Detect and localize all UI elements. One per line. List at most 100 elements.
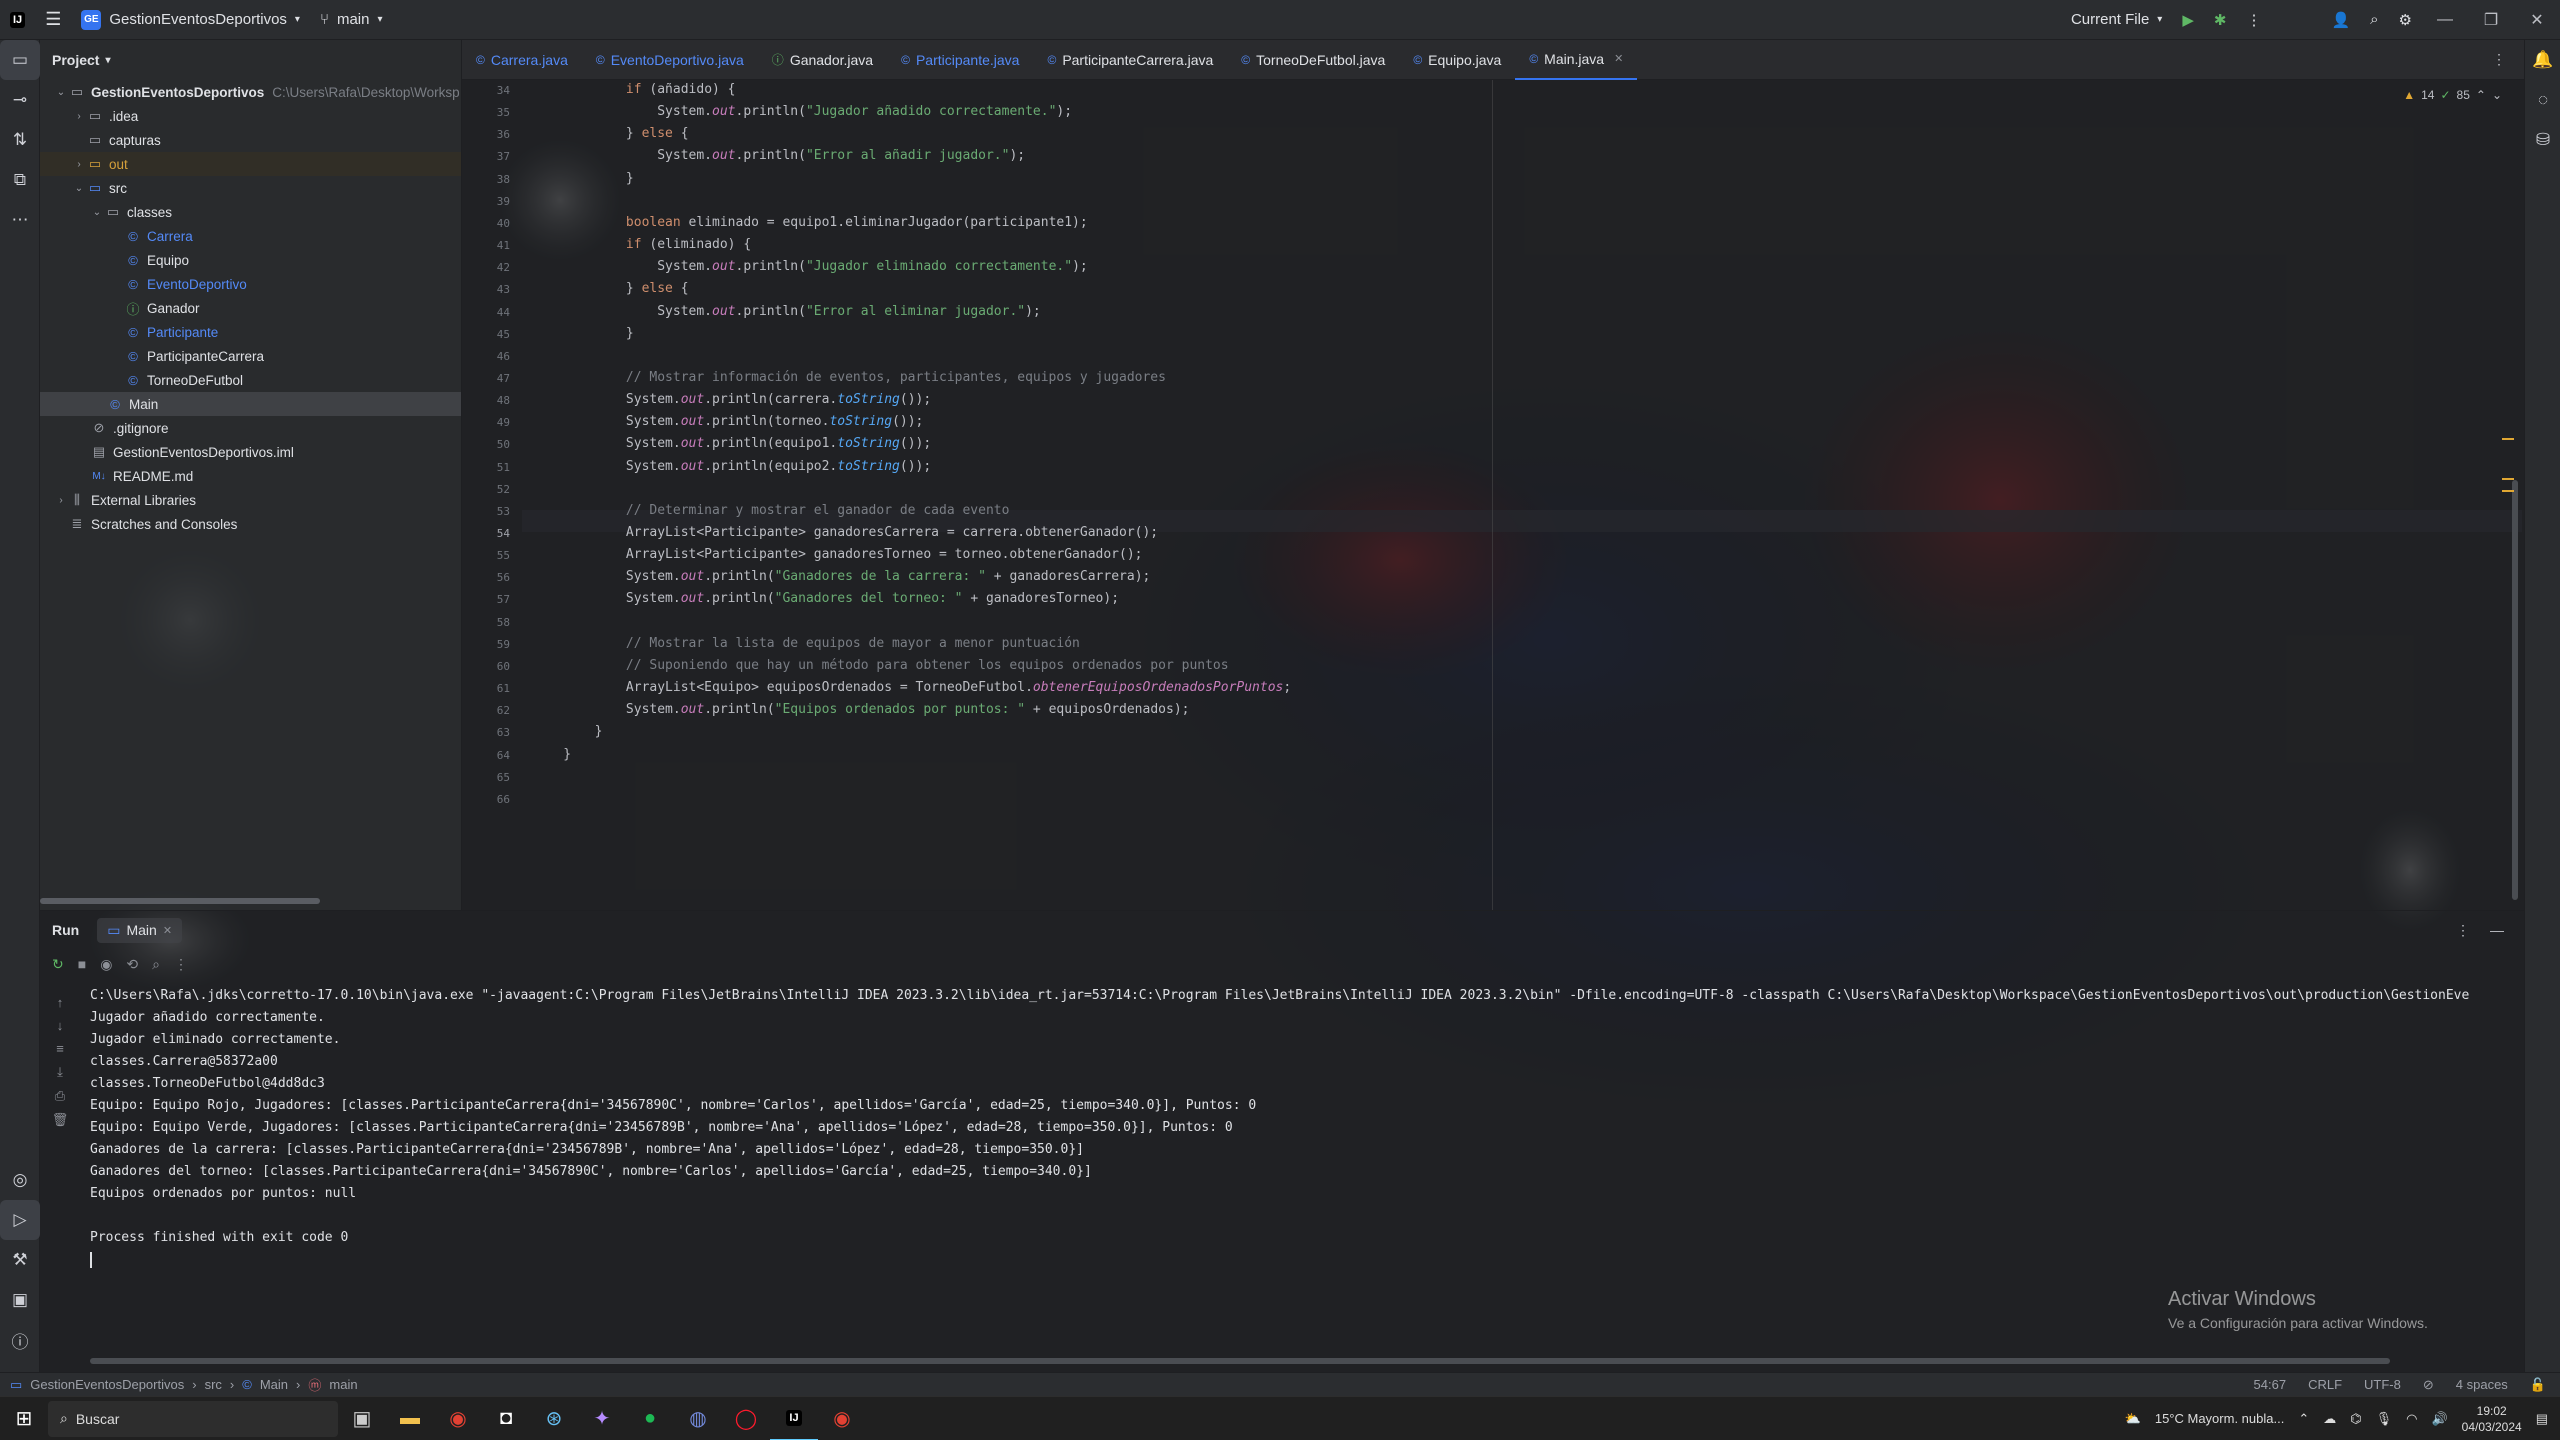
stop-icon[interactable]: ■ [78,956,86,972]
run-tool-button[interactable]: ▷ [0,1200,40,1240]
add-user-button[interactable]: 👤 [2321,0,2360,40]
breadcrumb-method[interactable]: main [329,1377,357,1392]
taskbar-search[interactable]: ⌕ Buscar [48,1400,338,1437]
tree-item-equipo[interactable]: © Equipo [40,248,461,272]
pull-requests-tool-button[interactable]: ⇅ [0,120,40,160]
branch-selector[interactable]: ⑂ main ▾ [310,0,393,40]
vertical-scrollbar[interactable] [2512,480,2518,900]
close-icon[interactable]: ✕ [1614,52,1623,65]
close-window-button[interactable]: ✕ [2514,0,2560,40]
scroll-to-end-icon[interactable]: ⤓ [57,1064,63,1080]
code-editor[interactable]: 34 35 36 37 38 39 40 41 42 43 44 45 46 47 48 49 50 51 52 53… [462,80,2524,910]
chrome-button[interactable]: ◉ [434,1397,482,1440]
tab-main[interactable]: © Main.java ✕ [1515,40,1638,80]
hide-panel-icon[interactable]: — [2490,922,2504,939]
trash-icon[interactable]: 🗑 [52,1112,69,1128]
epic-games-button[interactable]: ◘ [482,1397,530,1440]
tree-item-src[interactable]: ⌄ ▭ src [40,176,461,200]
more-vertical-icon[interactable]: ⋮ [2456,922,2470,939]
chrome-profile-button[interactable]: ◉ [818,1397,866,1440]
search-everywhere-button[interactable]: ⌕ [2360,0,2388,40]
commit-tool-button[interactable]: ⊸ [0,80,40,120]
tree-item-ganador[interactable]: ⓘ Ganador [40,296,461,320]
tree-item-main[interactable]: © Main [40,392,461,416]
tab-equipo[interactable]: © Equipo.java [1399,40,1515,80]
ide-logo-icon[interactable]: IJ [0,0,35,40]
indent-setting[interactable]: 4 spaces [2456,1377,2508,1393]
tree-item-participante[interactable]: © Participante [40,320,461,344]
tree-item-idea[interactable]: › ▭ .idea [40,104,461,128]
readonly-toggle-icon[interactable]: ⊘ [2423,1377,2434,1393]
debug-button[interactable]: ✱ [2204,0,2237,40]
database-button[interactable]: ⛁ [2525,120,2560,160]
weather-icon[interactable]: ⛅ [2125,1411,2141,1427]
spotify-button[interactable]: ● [626,1397,674,1440]
run-button[interactable]: ▶ [2172,0,2204,40]
tree-item-participantecarrera[interactable]: © ParticipanteCarrera [40,344,461,368]
line-separator[interactable]: CRLF [2308,1377,2342,1393]
console-caret[interactable] [90,1249,2510,1271]
clock[interactable]: 19:02 04/03/2024 [2462,1403,2522,1435]
microphone-icon[interactable]: 🎙 [2376,1411,2393,1427]
discord-button[interactable]: ◍ [674,1397,722,1440]
print-icon[interactable]: ⎙ [55,1088,65,1104]
more-tools-button[interactable]: ⋯ [0,200,40,240]
task-view-button[interactable]: ▣ [338,1397,386,1440]
settings-button[interactable]: ⚙ [2389,0,2422,40]
weather-text[interactable]: 15°C Mayorm. nubla... [2155,1411,2284,1426]
tab-ganador[interactable]: ⓘ Ganador.java [758,40,887,80]
tree-item-readme[interactable]: M↓ README.md [40,464,461,488]
chevron-up-icon[interactable]: ⌃ [2298,1411,2309,1427]
tree-item-eventodeportivo[interactable]: © EventoDeportivo [40,272,461,296]
tree-item-gitignore[interactable]: ⊘ .gitignore [40,416,461,440]
notifications-button[interactable]: 🔔 [2525,40,2560,80]
more-vertical-icon[interactable]: ⋮ [174,956,188,973]
start-button[interactable]: ⊞ [0,1397,48,1440]
tree-item-iml[interactable]: ▤ GestionEventosDeportivos.iml [40,440,461,464]
tab-participante[interactable]: © Participante.java [887,40,1033,80]
close-icon[interactable]: ✕ [163,924,172,937]
caret-position[interactable]: 54:67 [2254,1377,2287,1393]
maximize-button[interactable]: ❐ [2468,0,2514,40]
terminal-tool-button[interactable]: ▣ [0,1280,40,1320]
project-tool-button[interactable]: ▭ [0,40,40,80]
file-encoding[interactable]: UTF-8 [2364,1377,2401,1393]
services-tool-button[interactable]: ◎ [0,1160,40,1200]
notification-center-icon[interactable]: ▤ [2536,1411,2548,1427]
tab-participantecarrera[interactable]: © ParticipanteCarrera.java [1033,40,1227,80]
ai-assistant-button[interactable]: ◌ [2525,80,2560,120]
tab-eventodeportivo[interactable]: © EventoDeportivo.java [582,40,758,80]
tab-options-button[interactable]: ⋮ [2492,51,2524,68]
project-panel-header[interactable]: Project ▾ [40,40,461,80]
arrow-down-icon[interactable]: ↓ [57,1018,64,1033]
volume-icon[interactable]: 🔊 [2431,1411,2447,1427]
camera-icon[interactable]: ◉ [100,956,112,973]
minimize-button[interactable]: — [2422,0,2468,40]
find-icon[interactable]: ⌕ [152,956,160,973]
breadcrumb-src[interactable]: src [205,1377,222,1392]
tree-item-torneodefutbol[interactable]: © TorneoDeFutbol [40,368,461,392]
rerun-icon[interactable]: ↻ [52,956,64,973]
wifi-icon[interactable]: ◠ [2406,1411,2417,1427]
tab-carrera[interactable]: © Carrera.java [462,40,582,80]
structure-tool-button[interactable]: ⧉ [0,160,40,200]
run-config-selector[interactable]: Current File ▾ [2061,0,2172,40]
opera-button[interactable]: ◯ [722,1397,770,1440]
breadcrumb-class[interactable]: Main [260,1377,288,1392]
horizontal-scrollbar[interactable] [40,898,320,904]
intellij-button[interactable]: IJ [770,1397,818,1440]
tree-item-out[interactable]: › ▭ out [40,152,461,176]
inspection-widget[interactable]: ▲ 14 ✓ 85 ⌃ ⌄ [2403,88,2502,102]
console-output[interactable]: C:\Users\Rafa\.jdks\corretto-17.0.10\bin… [90,985,2510,1345]
steam-button[interactable]: ⊛ [530,1397,578,1440]
code-area[interactable]: if (añadido) { System.out.println("Jugad… [532,80,2512,910]
onedrive-icon[interactable]: ☁ [2323,1411,2336,1427]
file-explorer-button[interactable]: ▬ [386,1397,434,1440]
console-horizontal-scrollbar[interactable] [90,1358,2390,1364]
network-icon[interactable]: ⌬ [2350,1411,2361,1427]
restore-layout-icon[interactable]: ⟲ [126,956,138,973]
lock-icon[interactable]: 🔓 [2530,1377,2546,1393]
soft-wrap-icon[interactable]: ≡ [56,1041,64,1056]
tree-item-external-libraries[interactable]: › ⫼ External Libraries [40,488,461,512]
tree-item-capturas[interactable]: ▭ capturas [40,128,461,152]
